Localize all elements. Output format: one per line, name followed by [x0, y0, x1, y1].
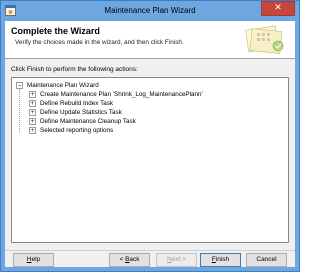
- next-button-label: ext >: [171, 256, 186, 263]
- tree-item-label: Selected reporting options: [40, 127, 114, 134]
- tree-root-node[interactable]: − Maintenance Plan Wizard: [16, 81, 99, 90]
- actions-tree[interactable]: − Maintenance Plan Wizard + Create Maint…: [11, 77, 289, 243]
- tree-item-reporting-options[interactable]: + Selected reporting options: [29, 126, 113, 135]
- tree-item-rebuild-index[interactable]: + Define Rebuild Index Task: [29, 99, 113, 108]
- cancel-button[interactable]: Cancel: [246, 253, 287, 267]
- tree-item-update-statistics[interactable]: + Define Update Statistics Task: [29, 108, 122, 117]
- instruction-text: Click Finish to perform the following ac…: [11, 66, 138, 73]
- dialog-body: Complete the Wizard Verify the choices m…: [5, 21, 295, 267]
- wizard-window: Maintenance Plan Wizard ✕ Complete the W…: [0, 0, 300, 272]
- expand-icon[interactable]: +: [29, 109, 36, 116]
- close-button[interactable]: ✕: [261, 1, 295, 16]
- back-button[interactable]: < Back: [109, 253, 150, 267]
- page-title: Complete the Wizard: [11, 26, 100, 36]
- finish-button-label: inish: [215, 256, 230, 263]
- collapse-icon[interactable]: −: [16, 82, 23, 89]
- expand-icon[interactable]: +: [29, 100, 36, 107]
- window-title: Maintenance Plan Wizard: [104, 6, 196, 15]
- next-button[interactable]: Next >: [156, 253, 197, 267]
- tree-connector-line: [19, 89, 20, 133]
- expand-icon[interactable]: +: [29, 118, 36, 125]
- tree-item-cleanup-task[interactable]: + Define Maintenance Cleanup Task: [29, 117, 136, 126]
- finish-button[interactable]: Finish: [200, 253, 241, 267]
- tree-item-label: Create Maintenance Plan 'Shrink_Log_Main…: [40, 91, 203, 98]
- wizard-banner-graphic: [237, 24, 289, 57]
- expand-icon[interactable]: +: [29, 91, 36, 98]
- tree-item-create-plan[interactable]: + Create Maintenance Plan 'Shrink_Log_Ma…: [29, 90, 203, 99]
- close-icon: ✕: [274, 3, 282, 13]
- tree-root-label: Maintenance Plan Wizard: [27, 82, 99, 89]
- tree-item-label: Define Maintenance Cleanup Task: [40, 118, 136, 125]
- wizard-header: Complete the Wizard Verify the choices m…: [5, 21, 295, 59]
- tree-item-label: Define Rebuild Index Task: [40, 100, 114, 107]
- page-subtitle: Verify the choices made in the wizard, a…: [15, 39, 184, 46]
- tree-item-label: Define Update Statistics Task: [40, 109, 122, 116]
- title-bar[interactable]: Maintenance Plan Wizard ✕: [1, 1, 299, 21]
- expand-icon[interactable]: +: [29, 127, 36, 134]
- help-button[interactable]: Help: [13, 253, 54, 267]
- footer-divider: [5, 250, 295, 251]
- help-button-label: elp: [31, 256, 41, 263]
- back-button-label: ack: [129, 256, 140, 263]
